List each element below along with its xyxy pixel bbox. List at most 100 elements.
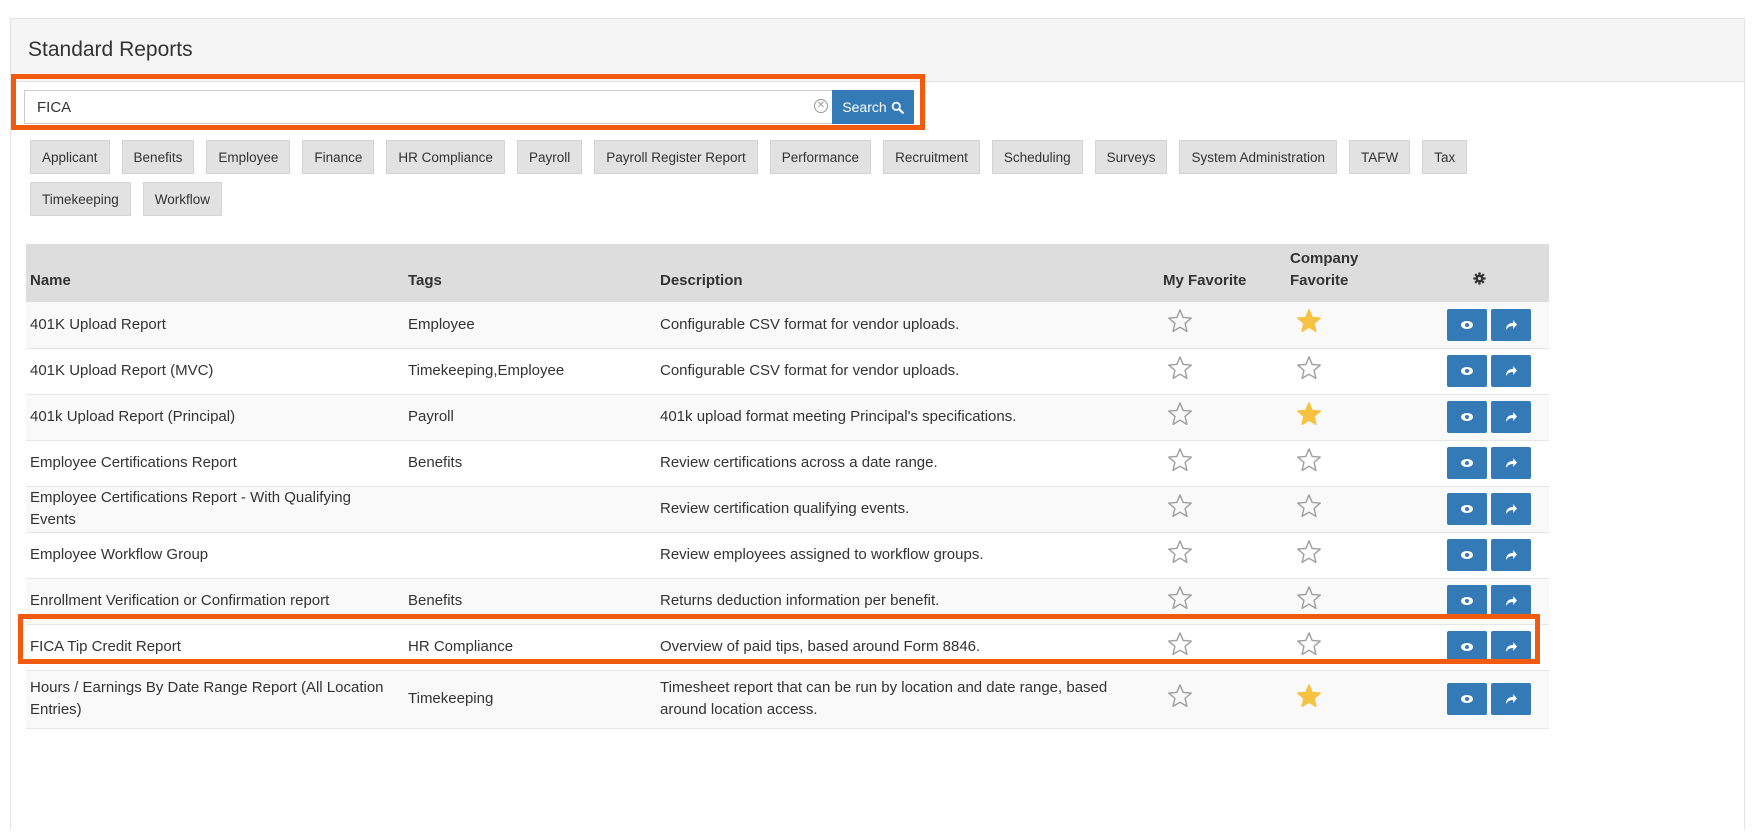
table-row: 401K Upload Report Employee Configurable C…	[26, 302, 1549, 349]
report-name: 401k Upload Report (Principal)	[26, 394, 404, 441]
company-favorite-cell	[1286, 532, 1436, 579]
share-arrow-icon	[1506, 504, 1517, 514]
tag-filter-button[interactable]: System Administration	[1179, 140, 1338, 174]
view-report-button[interactable]	[1447, 447, 1487, 479]
table-row: Employee Certifications Report - With Qu…	[26, 486, 1549, 533]
share-arrow-icon	[1506, 366, 1517, 376]
report-description: 401k upload format meeting Principal's s…	[656, 394, 1159, 441]
run-report-button[interactable]	[1491, 683, 1531, 715]
eye-icon	[1461, 597, 1473, 605]
view-report-button[interactable]	[1447, 683, 1487, 715]
report-name: Employee Certifications Report - With Qu…	[26, 486, 404, 533]
run-report-button[interactable]	[1491, 355, 1531, 387]
run-report-button[interactable]	[1491, 493, 1531, 525]
view-report-button[interactable]	[1447, 585, 1487, 617]
column-header-description[interactable]: Description	[656, 244, 1159, 302]
report-name: FICA Tip Credit Report	[26, 624, 404, 671]
star-outline-icon[interactable]	[1296, 355, 1322, 381]
star-filled-icon[interactable]	[1296, 401, 1322, 427]
tag-filter-button[interactable]: Payroll	[516, 140, 583, 174]
view-report-button[interactable]	[1447, 631, 1487, 663]
star-outline-icon[interactable]	[1296, 493, 1322, 519]
table-row: FICA Tip Credit Report HR Compliance Overv…	[26, 624, 1549, 671]
star-outline-icon[interactable]	[1167, 539, 1193, 565]
tag-filter-button[interactable]: HR Compliance	[386, 140, 505, 174]
gear-icon[interactable]	[1473, 272, 1486, 285]
star-filled-icon[interactable]	[1296, 683, 1322, 709]
star-outline-icon[interactable]	[1167, 683, 1193, 709]
report-description: Returns deduction information per benefi…	[656, 578, 1159, 625]
report-name: Hours / Earnings By Date Range Report (A…	[26, 670, 404, 729]
report-description: Overview of paid tips, based around Form…	[656, 624, 1159, 671]
star-outline-icon[interactable]	[1296, 539, 1322, 565]
actions-cell	[1436, 302, 1549, 349]
view-report-button[interactable]	[1447, 401, 1487, 433]
column-header-tags[interactable]: Tags	[404, 244, 656, 302]
report-description: Review certifications across a date rang…	[656, 440, 1159, 487]
tag-filter-button[interactable]: Finance	[302, 140, 375, 174]
star-filled-icon[interactable]	[1296, 308, 1322, 334]
star-outline-icon[interactable]	[1167, 308, 1193, 334]
tag-filter-list: Applicant Benefits Employee Finance HR Compl…	[30, 140, 1480, 216]
star-outline-icon[interactable]	[1296, 631, 1322, 657]
clear-icon[interactable]: ✕	[814, 99, 828, 113]
share-arrow-icon	[1506, 596, 1517, 606]
star-outline-icon[interactable]	[1296, 447, 1322, 473]
table-row: Enrollment Verification or Confirmation …	[26, 578, 1549, 625]
column-header-settings[interactable]	[1436, 244, 1549, 302]
run-report-button[interactable]	[1491, 401, 1531, 433]
star-outline-icon[interactable]	[1296, 585, 1322, 611]
tag-filter-button[interactable]: Recruitment	[883, 140, 980, 174]
tag-filter-button[interactable]: Workflow	[142, 182, 223, 216]
star-outline-icon[interactable]	[1167, 401, 1193, 427]
report-name: Enrollment Verification or Confirmation …	[26, 578, 404, 625]
eye-icon	[1461, 695, 1473, 703]
tag-filter-button[interactable]: Employee	[206, 140, 291, 174]
my-favorite-cell	[1159, 440, 1286, 487]
company-favorite-line1: Company	[1290, 250, 1359, 267]
search-input[interactable]	[24, 90, 832, 124]
column-header-name[interactable]: Name	[26, 244, 404, 302]
tag-filter-button[interactable]: Benefits	[121, 140, 195, 174]
tag-filter-button[interactable]: Applicant	[30, 140, 110, 174]
column-header-company-favorite[interactable]: Company Favorite	[1286, 244, 1436, 302]
tag-filter-button[interactable]: Payroll Register Report	[594, 140, 758, 174]
star-outline-icon[interactable]	[1167, 585, 1193, 611]
tag-filter-button[interactable]: Performance	[769, 140, 872, 174]
report-description: Configurable CSV format for vendor uploa…	[656, 302, 1159, 349]
report-tags: Benefits	[404, 578, 656, 625]
star-outline-icon[interactable]	[1167, 493, 1193, 519]
run-report-button[interactable]	[1491, 585, 1531, 617]
my-favorite-cell	[1159, 670, 1286, 729]
view-report-button[interactable]	[1447, 355, 1487, 387]
tag-filter-button[interactable]: Scheduling	[991, 140, 1083, 174]
run-report-button[interactable]	[1491, 308, 1531, 341]
column-header-my-favorite[interactable]: My Favorite	[1159, 244, 1286, 302]
report-tags	[404, 486, 656, 533]
tag-filter-button[interactable]: Tax	[1422, 140, 1468, 174]
report-tags: Timekeeping	[404, 670, 656, 729]
company-favorite-cell	[1286, 486, 1436, 533]
star-outline-icon[interactable]	[1167, 631, 1193, 657]
view-report-button[interactable]	[1447, 539, 1487, 571]
my-favorite-cell	[1159, 578, 1286, 625]
star-outline-icon[interactable]	[1167, 355, 1193, 381]
eye-icon	[1461, 505, 1473, 513]
search-button[interactable]: Search	[832, 90, 914, 124]
run-report-button[interactable]	[1491, 539, 1531, 571]
company-favorite-cell	[1286, 440, 1436, 487]
actions-cell	[1436, 670, 1549, 729]
eye-icon	[1461, 367, 1473, 375]
tag-filter-button[interactable]: Surveys	[1094, 140, 1168, 174]
star-outline-icon[interactable]	[1167, 447, 1193, 473]
view-report-button[interactable]	[1447, 308, 1487, 341]
share-arrow-icon	[1506, 412, 1517, 422]
actions-cell	[1436, 624, 1549, 671]
view-report-button[interactable]	[1447, 493, 1487, 525]
tag-filter-button[interactable]: TAFW	[1349, 140, 1411, 174]
share-arrow-icon	[1506, 458, 1517, 468]
run-report-button[interactable]	[1491, 631, 1531, 663]
actions-cell	[1436, 578, 1549, 625]
tag-filter-button[interactable]: Timekeeping	[30, 182, 131, 216]
run-report-button[interactable]	[1491, 447, 1531, 479]
